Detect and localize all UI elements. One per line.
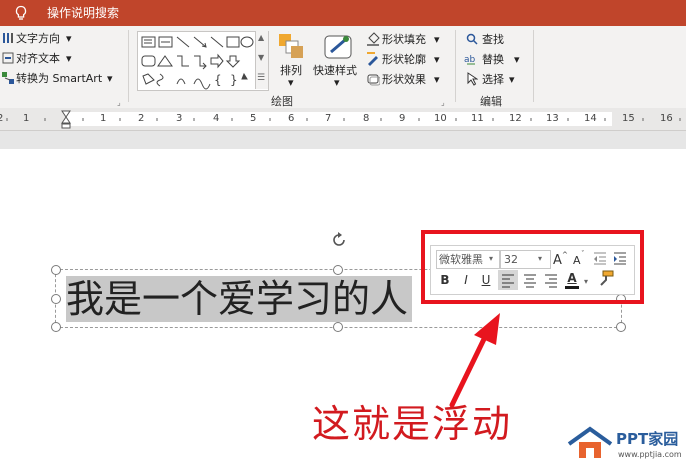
house-logo-icon: [567, 426, 613, 458]
title-bar: 操作说明搜索: [0, 0, 686, 26]
logo-name: PPT家园: [616, 430, 679, 448]
ruler-number: 12: [509, 113, 522, 124]
lightbulb-icon[interactable]: [13, 5, 29, 21]
logo-url: www.pptjia.com: [618, 450, 682, 459]
indent-marker-icon[interactable]: [61, 110, 71, 130]
chevron-down-icon[interactable]: ▾: [514, 53, 520, 67]
chevron-down-icon[interactable]: ▾: [434, 73, 440, 87]
shape-outline-button[interactable]: 形状轮廓: [382, 53, 426, 67]
convert-smartart-button[interactable]: 转换为 SmartArt: [16, 72, 102, 86]
chevron-down-icon[interactable]: ▾: [66, 52, 72, 66]
ruler-number: 4: [213, 113, 220, 124]
ruler-number: 15: [622, 113, 635, 124]
annotation-caption: 这就是浮动: [312, 402, 513, 446]
highlight-frame: [421, 230, 644, 304]
shape-effects-button[interactable]: 形状效果: [382, 73, 426, 87]
ruler-number: 5: [250, 113, 257, 124]
rotate-handle-icon[interactable]: [329, 230, 349, 250]
chevron-down-icon[interactable]: ▾: [288, 76, 294, 90]
resize-handle[interactable]: [333, 322, 343, 332]
cursor-icon: [467, 72, 478, 86]
tell-me-search[interactable]: 操作说明搜索: [47, 5, 119, 21]
chevron-down-icon[interactable]: ▾: [334, 76, 340, 90]
chevron-down-icon[interactable]: ▾: [434, 33, 440, 47]
replace-button[interactable]: 替换: [482, 53, 504, 67]
shape-fill-button[interactable]: 形状填充: [382, 33, 426, 47]
workspace-background: [0, 131, 686, 149]
ruler-number: 2: [0, 113, 4, 124]
text-direction-button[interactable]: 文字方向: [16, 32, 60, 46]
ruler-number: 1: [100, 113, 107, 124]
selected-text[interactable]: 我是一个爱学习的人: [66, 276, 413, 322]
ruler-number: 7: [325, 113, 332, 124]
shapes-gallery[interactable]: { }: [137, 31, 269, 91]
paint-bucket-icon: [367, 32, 380, 46]
gallery-more-icon[interactable]: ☰: [257, 71, 265, 85]
resize-handle[interactable]: [51, 265, 61, 275]
red-arrow-icon: [449, 313, 500, 408]
resize-handle[interactable]: [51, 322, 61, 332]
ruler-number: 11: [471, 113, 484, 124]
align-text-button[interactable]: 对齐文本: [16, 52, 60, 66]
scroll-up-icon[interactable]: ▲: [258, 31, 264, 45]
ruler-number: 10: [434, 113, 447, 124]
select-button[interactable]: 选择: [482, 73, 504, 87]
resize-handle[interactable]: [333, 265, 343, 275]
arrange-icon[interactable]: [277, 32, 305, 62]
group-divider: [128, 30, 129, 102]
shape-effects-icon: [367, 74, 380, 86]
ruler-number: 9: [399, 113, 406, 124]
replace-icon: ab: [464, 55, 476, 65]
scroll-down-icon[interactable]: ▼: [258, 51, 264, 65]
chevron-down-icon[interactable]: ▾: [66, 32, 72, 46]
ruler-number: 16: [660, 113, 673, 124]
svg-text:{: {: [214, 73, 222, 87]
search-icon: [466, 33, 478, 45]
quick-styles-icon[interactable]: [323, 32, 353, 62]
group-divider: [455, 30, 456, 102]
ruler-number: 2: [138, 113, 145, 124]
find-button[interactable]: 查找: [482, 33, 504, 47]
align-text-icon: [2, 52, 14, 64]
shapes-gallery-items[interactable]: { }: [138, 32, 256, 90]
ruler-number: 8: [363, 113, 370, 124]
ruler-number: 1: [23, 113, 30, 124]
resize-handle[interactable]: [51, 294, 61, 304]
smartart-icon: [2, 72, 14, 84]
resize-handle[interactable]: [616, 322, 626, 332]
drawing-group-label: 绘图: [271, 95, 293, 108]
editing-group-label: 编辑: [480, 95, 502, 108]
svg-text:}: }: [230, 73, 238, 87]
ruler-number: 3: [176, 113, 183, 124]
group-divider: [533, 30, 534, 102]
pen-icon: [367, 52, 378, 66]
gallery-scrollbar[interactable]: ▲ ▼ ☰: [255, 31, 268, 89]
chevron-down-icon[interactable]: ▾: [434, 53, 440, 67]
chevron-down-icon[interactable]: ▾: [509, 73, 515, 87]
ruler-number: 13: [546, 113, 559, 124]
ruler-number: 14: [584, 113, 597, 124]
ruler-number: 6: [288, 113, 295, 124]
text-direction-icon: [3, 33, 13, 43]
chevron-down-icon[interactable]: ▾: [107, 72, 113, 86]
